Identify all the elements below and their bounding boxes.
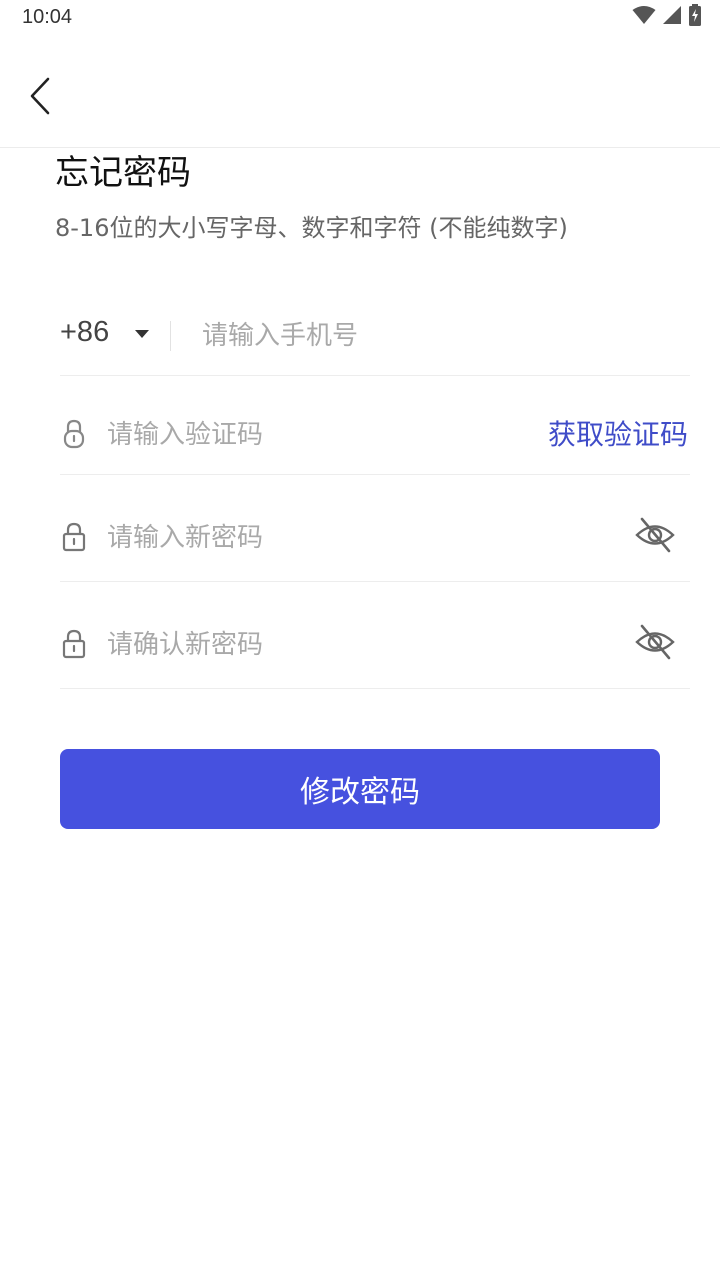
- new-password-input[interactable]: [107, 516, 607, 560]
- status-bar: 10:04: [0, 0, 720, 36]
- cellular-signal-icon: [662, 5, 682, 29]
- eye-off-icon: [634, 621, 676, 667]
- code-row: 获取验证码: [60, 395, 690, 475]
- new-password-row: [60, 494, 690, 582]
- change-password-button[interactable]: 修改密码: [60, 749, 660, 829]
- padlock-icon: [62, 522, 86, 552]
- wifi-icon: [632, 5, 656, 29]
- confirm-password-row: [60, 601, 690, 689]
- toggle-confirm-password-visibility[interactable]: [634, 623, 676, 665]
- back-button[interactable]: [20, 74, 60, 122]
- verification-code-input[interactable]: [107, 413, 527, 457]
- phone-divider: [170, 321, 171, 351]
- lock-icon: [62, 419, 86, 449]
- chevron-left-icon: [28, 76, 52, 120]
- confirm-password-input[interactable]: [107, 623, 607, 667]
- page-subtitle: 8-16位的大小写字母、数字和字符 (不能纯数字): [55, 214, 568, 242]
- phone-input[interactable]: [202, 314, 672, 358]
- country-code-selector[interactable]: +86: [60, 316, 109, 349]
- status-time: 10:04: [22, 6, 73, 28]
- eye-off-icon: [634, 514, 676, 560]
- app-bar: [0, 36, 720, 148]
- page-title: 忘记密码: [55, 153, 191, 193]
- status-icons: [632, 4, 702, 30]
- battery-charging-icon: [688, 4, 702, 30]
- padlock-icon: [62, 629, 86, 659]
- caret-down-icon[interactable]: [135, 330, 149, 338]
- phone-row: +86: [60, 296, 690, 376]
- forgot-password-screen: 10:04 忘记密码 8-16位的大小写字母、数字和字符 (不能纯数字) +86…: [0, 0, 720, 1280]
- get-code-button[interactable]: 获取验证码: [548, 413, 688, 453]
- toggle-new-password-visibility[interactable]: [634, 516, 676, 558]
